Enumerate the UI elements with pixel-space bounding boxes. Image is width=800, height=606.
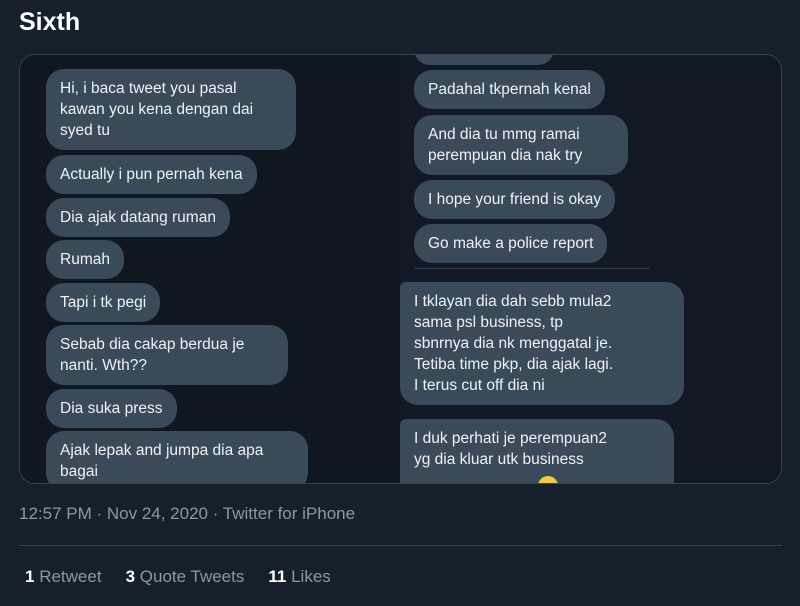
chat-message: Padahal tkpernah kenal: [414, 70, 605, 109]
likes-label: Likes: [291, 567, 331, 586]
likes-stat[interactable]: 11 Likes: [268, 567, 330, 587]
divider: [19, 545, 782, 546]
quote-tweets-label: Quote Tweets: [139, 567, 245, 586]
chat-message: Sebab dia cakap berdua je nanti. Wth??: [46, 325, 288, 385]
chat-message: Go make a police report: [414, 224, 608, 263]
chat-message: Dia ajak datang ruman: [46, 198, 230, 237]
quote-tweets-count: 3: [125, 567, 136, 586]
retweets-label: Retweet: [39, 567, 102, 586]
chat-message: Ajak lepak and jumpa dia apa bagai: [46, 431, 308, 483]
chat-message: I duk perhati je perempuan2 yg dia kluar…: [400, 419, 674, 483]
chat-message: Tapi i tk pegi: [46, 283, 161, 322]
retweets-stat[interactable]: 1 Retweet: [25, 567, 102, 587]
chat-message: Hi, i baca tweet you pasal kawan you ken…: [46, 69, 296, 150]
chat-message: Rumah: [46, 240, 124, 279]
retweets-count: 1: [25, 567, 35, 586]
chat-message: I hope your friend is okay: [414, 180, 616, 219]
tweet-media-image[interactable]: Hi, i baca tweet you pasal kawan you ken…: [19, 54, 782, 484]
chat-message: I tklayan dia dah sebb mula2 sama psl bu…: [400, 282, 684, 405]
quote-tweets-stat[interactable]: 3 Quote Tweets: [126, 567, 245, 587]
chat-divider: [414, 268, 650, 269]
chat-message: Dia suka press: [46, 389, 177, 428]
tweet-timestamp[interactable]: 12:57 PM · Nov 24, 2020 · Twitter for iP…: [19, 504, 355, 524]
tweet-text: Sixth: [19, 8, 81, 36]
chat-message: Actually i pun pernah kena: [46, 155, 257, 194]
chat-screenshot-left: Hi, i baca tweet you pasal kawan you ken…: [20, 55, 400, 483]
likes-count: 11: [268, 567, 287, 586]
tweet-stats: 1 Retweet 3 Quote Tweets 11 Likes: [25, 567, 331, 587]
chat-screenshot-right: Padahal tkpernah kenal And dia tu mmg ra…: [400, 55, 781, 483]
chat-message: And dia tu mmg ramai perempuan dia nak t…: [414, 115, 628, 175]
chat-message-fragment: [414, 55, 554, 65]
